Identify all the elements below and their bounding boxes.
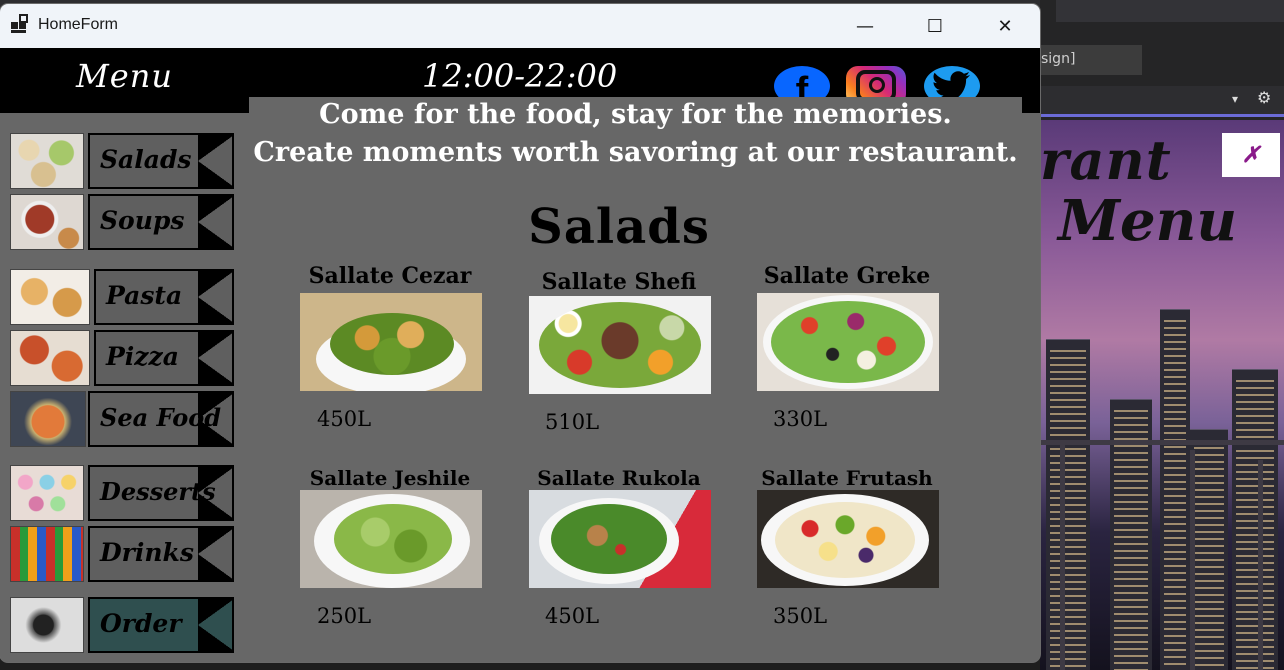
chevron-down-icon[interactable]: ▾ — [1232, 92, 1238, 106]
menu-title: Menu — [76, 57, 173, 95]
preview-title-line2: Menu — [1058, 188, 1238, 254]
soups-button-label: Soups — [100, 206, 185, 235]
pizza-button-label: Pizza — [106, 342, 179, 371]
drinks-button-label: Drinks — [100, 538, 194, 567]
pasta-thumbnail — [10, 269, 90, 325]
gear-icon[interactable]: ⚙ — [1257, 88, 1271, 107]
window-title: HomeForm — [38, 16, 119, 33]
desserts-button-label: Desserts — [100, 477, 216, 506]
pizza-button[interactable]: Pizza — [94, 330, 234, 386]
item-name-frutash: Sallate Frutash — [761, 466, 933, 490]
ide-tab-bar — [1056, 0, 1284, 22]
close-button[interactable]: ✕ — [970, 4, 1040, 48]
order-button-label: Order — [100, 609, 182, 638]
section-title: Salads — [528, 199, 710, 255]
item-image-shefi[interactable] — [529, 296, 711, 394]
minimize-button[interactable]: — — [830, 4, 900, 48]
preview-title-line1: rant — [1040, 128, 1172, 192]
ide-toolbar — [1040, 86, 1284, 117]
item-name-greke: Sallate Greke — [763, 263, 931, 289]
item-price-frutash: 350L — [773, 604, 828, 628]
order-button[interactable]: Order — [88, 597, 234, 653]
item-price-greke: 330L — [773, 407, 828, 431]
item-name-rukola: Sallate Rukola — [537, 466, 701, 490]
soups-button[interactable]: Soups — [88, 194, 234, 250]
app-window: HomeForm — ☐ ✕ Menu 12:00-22:00 f Salads… — [0, 4, 1040, 662]
app-icon — [11, 14, 29, 34]
seafood-thumbnail — [10, 391, 86, 447]
item-price-jeshile: 250L — [317, 604, 372, 628]
preview-close-icon[interactable]: ✗ — [1222, 133, 1280, 177]
item-price-shefi: 510L — [545, 410, 600, 434]
item-image-greke[interactable] — [757, 293, 939, 391]
title-bar[interactable]: HomeForm — ☐ ✕ — [0, 4, 1040, 48]
designer-preview: rant Menu ✗ — [1040, 120, 1284, 670]
pasta-button[interactable]: Pasta — [94, 269, 234, 325]
desserts-thumbnail — [10, 465, 84, 521]
salads-button[interactable]: Salads — [88, 133, 234, 189]
item-price-cezar: 450L — [317, 407, 372, 431]
item-price-rukola: 450L — [545, 604, 600, 628]
item-name-jeshile: Sallate Jeshile — [309, 466, 471, 490]
seafood-button-label: Sea Food — [100, 403, 222, 432]
drinks-button[interactable]: Drinks — [88, 526, 234, 582]
item-image-rukola[interactable] — [529, 490, 711, 588]
item-image-jeshile[interactable] — [300, 490, 482, 588]
tagline-line2: Create moments worth savoring at our res… — [253, 137, 1018, 168]
item-image-cezar[interactable] — [300, 293, 482, 391]
order-thumbnail — [10, 597, 84, 653]
item-name-cezar: Sallate Cezar — [308, 263, 472, 289]
soups-thumbnail — [10, 194, 84, 250]
salads-button-label: Salads — [100, 145, 192, 174]
ide-design-label: sign] — [1041, 51, 1076, 67]
salads-thumbnail — [10, 133, 84, 189]
pizza-thumbnail — [10, 330, 90, 386]
main-panel: Come for the food, stay for the memories… — [249, 97, 1022, 662]
maximize-button[interactable]: ☐ — [900, 4, 970, 48]
item-name-shefi: Sallate Shefi — [541, 269, 697, 295]
desserts-button[interactable]: Desserts — [88, 465, 234, 521]
seafood-button[interactable]: Sea Food — [88, 391, 234, 447]
opening-hours: 12:00-22:00 — [422, 57, 618, 95]
pasta-button-label: Pasta — [106, 281, 183, 310]
item-image-frutash[interactable] — [757, 490, 939, 588]
drinks-thumbnail — [10, 526, 84, 582]
tagline-line1: Come for the food, stay for the memories… — [319, 99, 952, 130]
